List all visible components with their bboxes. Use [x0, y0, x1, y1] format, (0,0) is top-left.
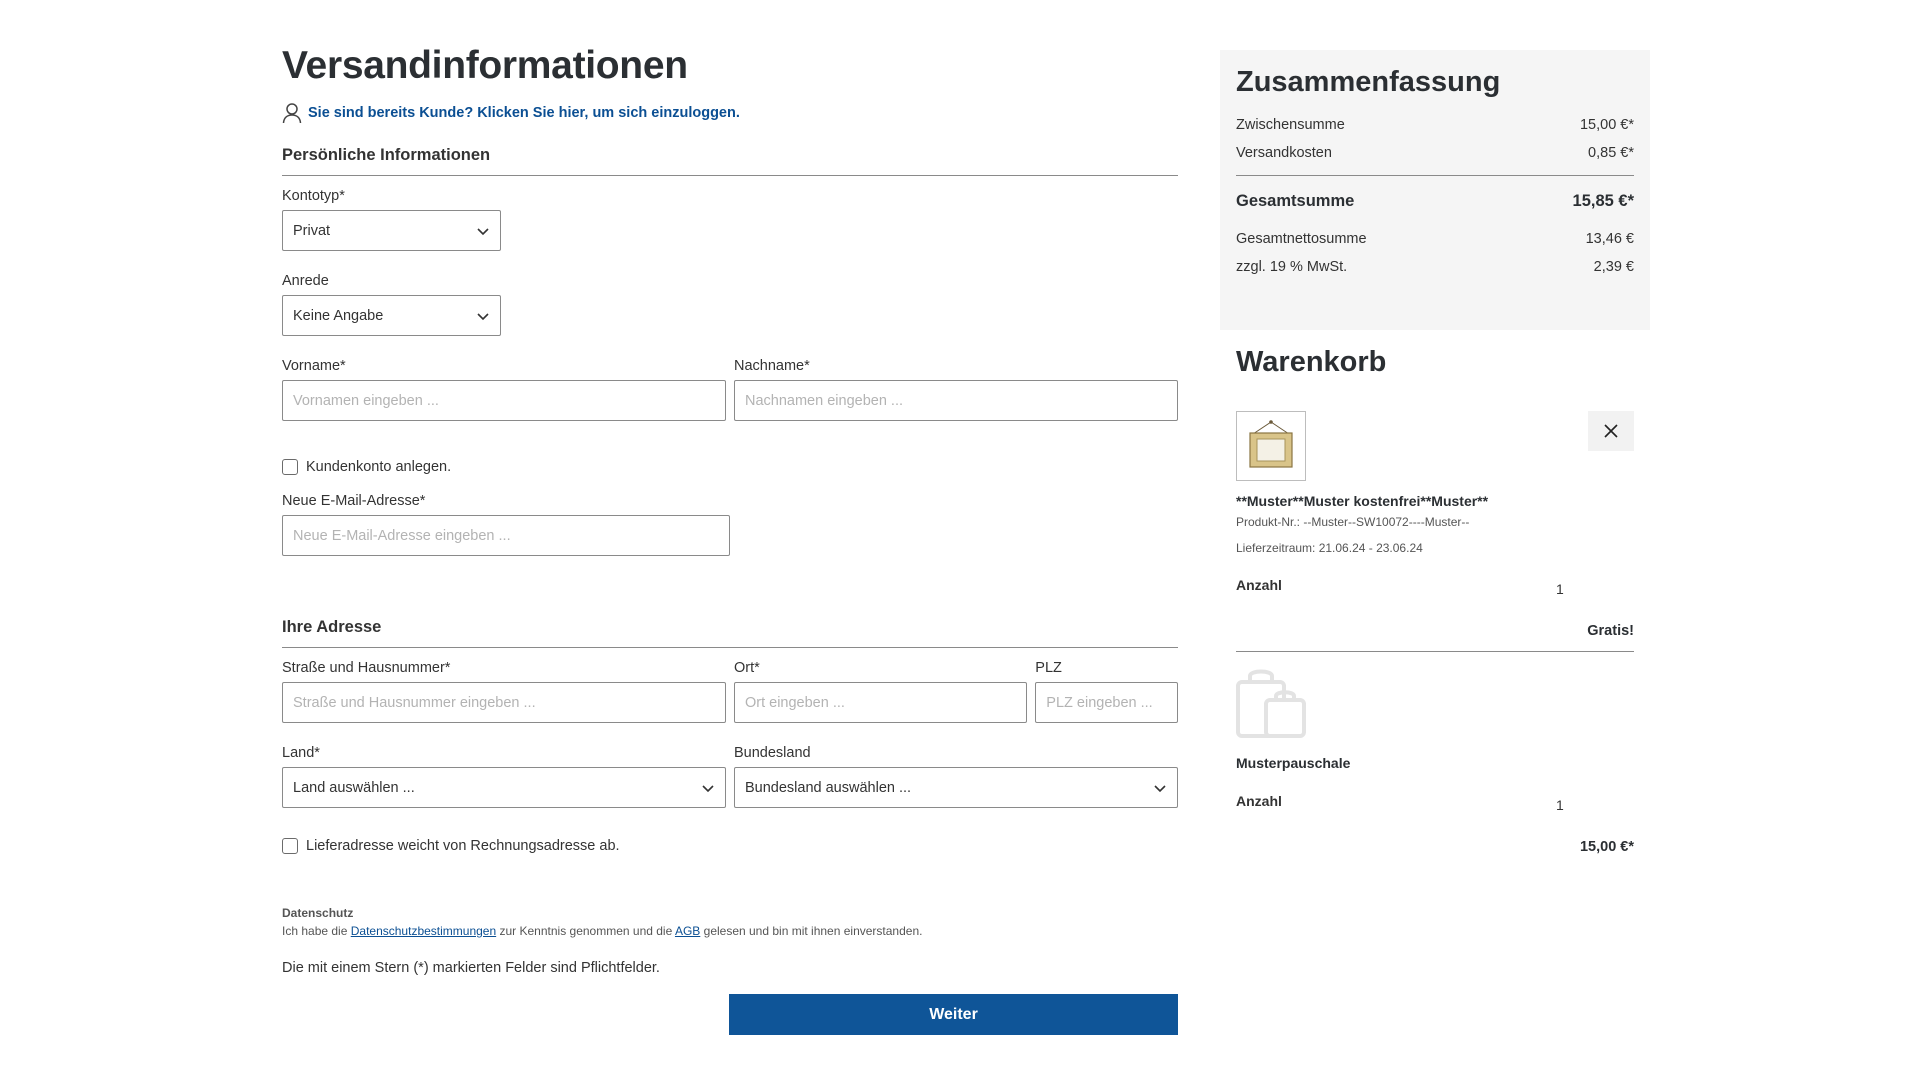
lastname-input[interactable]: Nachnamen eingeben ...	[734, 380, 1178, 421]
country-value: Land auswählen ...	[293, 779, 415, 796]
subtotal-label: Zwischensumme	[1236, 117, 1345, 133]
email-input[interactable]: Neue E-Mail-Adresse eingeben ...	[282, 515, 730, 556]
privacy-policy-link[interactable]: Datenschutzbestimmungen	[351, 924, 496, 938]
personal-section-title: Persönliche Informationen	[282, 146, 1178, 176]
net-value: 13,46 €	[1585, 231, 1634, 247]
account-type-select[interactable]: Privat	[282, 210, 501, 251]
salutation-select[interactable]: Keine Angabe	[282, 295, 501, 336]
country-select[interactable]: Land auswählen ...	[282, 767, 726, 808]
net-label: Gesamtnettosumme	[1236, 231, 1367, 247]
total-value: 15,85 €*	[1572, 192, 1634, 210]
street-label: Straße und Hausnummer*	[282, 660, 451, 676]
cart-item-divider	[1236, 651, 1634, 652]
chevron-down-icon	[1154, 784, 1166, 792]
shipping-row: Versandkosten 0,85 €*	[1236, 145, 1634, 161]
salutation-value: Keine Angabe	[293, 307, 384, 324]
subtotal-value: 15,00 €*	[1579, 117, 1634, 133]
quantity-label: Anzahl	[1236, 793, 1282, 809]
cart-title: Warenkorb	[1236, 346, 1387, 378]
quantity-row: Anzahl 1	[1236, 793, 1634, 813]
item-price: Gratis!	[1587, 623, 1634, 639]
zip-label: PLZ	[1035, 660, 1062, 676]
summary-title: Zusammenfassung	[1236, 66, 1501, 98]
quantity-value: 1	[1556, 797, 1564, 813]
create-account-row: Kundenkonto anlegen.	[282, 459, 1178, 475]
lastname-label: Nachname*	[734, 358, 810, 374]
salutation-label: Anrede	[282, 273, 329, 289]
account-type-label: Kontotyp*	[282, 188, 345, 204]
login-link[interactable]: Sie sind bereits Kunde? Klicken Sie hier…	[308, 105, 740, 121]
privacy-title: Datenschutz	[282, 906, 354, 920]
vat-label: zzgl. 19 % MwSt.	[1236, 259, 1348, 275]
quantity-value: 1	[1556, 581, 1564, 597]
privacy-text: Ich habe die Datenschutzbestimmungen zur…	[282, 924, 1178, 938]
shopping-bag-icon	[1236, 669, 1306, 738]
country-label: Land*	[282, 745, 320, 761]
continue-button[interactable]: Weiter	[729, 994, 1178, 1035]
firstname-label: Vorname*	[282, 358, 346, 374]
required-note: Die mit einem Stern (*) markierten Felde…	[282, 960, 660, 976]
chevron-down-icon	[702, 784, 714, 792]
cart-item: **Muster**Muster kostenfrei**Muster** Pr…	[1236, 411, 1634, 652]
order-summary: Zusammenfassung Zwischensumme 15,00 €* V…	[1220, 50, 1650, 330]
shipping-value: 0,85 €*	[1588, 145, 1634, 161]
city-input[interactable]: Ort eingeben ...	[733, 682, 1028, 723]
different-shipping-row: Lieferadresse weicht von Rechnungsadress…	[282, 838, 1178, 854]
product-thumbnail[interactable]	[1236, 411, 1306, 481]
firstname-input[interactable]: Vornamen eingeben ...	[282, 380, 726, 421]
different-shipping-label[interactable]: Lieferadresse weicht von Rechnungsadress…	[306, 838, 620, 854]
net-row: Gesamtnettosumme 13,46 €	[1236, 231, 1634, 247]
create-account-label[interactable]: Kundenkonto anlegen.	[306, 459, 451, 475]
chevron-down-icon	[477, 227, 489, 235]
shipping-form: Versandinformationen Sie sind bereits Ku…	[282, 44, 1178, 1035]
login-hint: Sie sind bereits Kunde? Klicken Sie hier…	[282, 102, 1178, 124]
subtotal-row: Zwischensumme 15,00 €*	[1236, 117, 1634, 133]
item-price: 15,00 €*	[1579, 839, 1634, 855]
cart: Warenkorb **Muster**Muster kostenfrei**M…	[1236, 346, 1634, 855]
vat-value: 2,39 €	[1593, 259, 1634, 275]
vat-row: zzgl. 19 % MwSt. 2,39 €	[1236, 259, 1634, 275]
remove-item-button[interactable]	[1588, 411, 1634, 451]
state-label: Bundesland	[734, 745, 811, 761]
checkout-page: Versandinformationen Sie sind bereits Ku…	[0, 0, 1920, 1080]
close-icon	[1604, 424, 1618, 438]
product-name[interactable]: **Muster**Muster kostenfrei**Muster**	[1236, 493, 1634, 509]
summary-divider	[1236, 175, 1634, 176]
total-row: Gesamtsumme 15,85 €*	[1236, 192, 1634, 211]
account-type-value: Privat	[293, 222, 331, 239]
picture-frame-image	[1249, 420, 1293, 468]
different-shipping-checkbox[interactable]	[282, 838, 298, 854]
chevron-down-icon	[477, 312, 489, 320]
street-input[interactable]: Straße und Hausnummer eingeben ...	[282, 682, 726, 723]
product-number: Produkt-Nr.: --Muster--SW10072----Muster…	[1236, 515, 1470, 529]
product-name: Musterpauschale	[1236, 755, 1351, 771]
user-icon	[282, 103, 302, 124]
shipping-label: Versandkosten	[1236, 145, 1332, 161]
zip-input[interactable]: PLZ eingeben ...	[1035, 682, 1178, 723]
delivery-period: Lieferzeitraum: 21.06.24 - 23.06.24	[1236, 541, 1423, 555]
quantity-row: Anzahl 1	[1236, 577, 1634, 597]
city-label: Ort*	[733, 660, 760, 676]
state-select[interactable]: Bundesland auswählen ...	[734, 767, 1178, 808]
quantity-label: Anzahl	[1236, 577, 1282, 593]
privacy-text-3: gelesen und bin mit ihnen einverstanden.	[703, 924, 923, 938]
create-account-checkbox[interactable]	[282, 459, 298, 475]
page-title: Versandinformationen	[282, 44, 688, 87]
email-label: Neue E-Mail-Adresse*	[282, 493, 426, 509]
total-label: Gesamtsumme	[1236, 192, 1355, 210]
privacy-text-1: Ich habe die	[282, 924, 348, 938]
agb-link[interactable]: AGB	[675, 924, 700, 938]
state-value: Bundesland auswählen ...	[745, 779, 912, 796]
cart-item: Musterpauschale Anzahl 1 15,00 €*	[1236, 666, 1634, 855]
address-section-title: Ihre Adresse	[282, 618, 1178, 648]
privacy-text-2: zur Kenntnis genommen und die	[499, 924, 673, 938]
